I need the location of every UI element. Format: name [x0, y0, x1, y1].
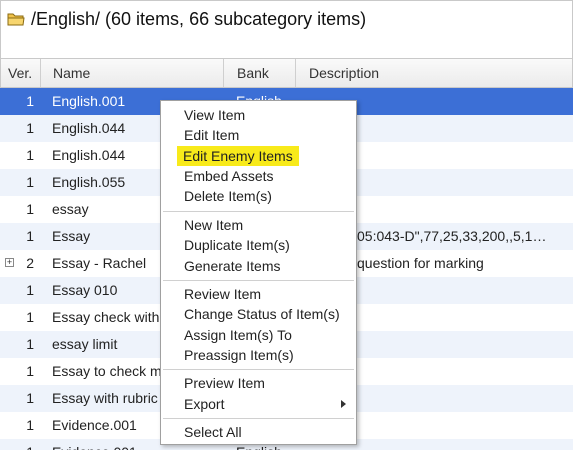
- row-ver: 2: [26, 255, 34, 271]
- menu-separator: [163, 418, 354, 419]
- row-ver: 1: [26, 309, 34, 325]
- menu-item-assign-items[interactable]: Assign Item(s) To: [184, 325, 292, 345]
- menu-separator: [163, 211, 354, 212]
- menu-item-export-label: Export: [184, 396, 225, 412]
- row-ver: 1: [26, 93, 34, 109]
- menu-separator: [163, 369, 354, 370]
- column-header-name[interactable]: Name: [41, 59, 224, 87]
- menu-item-select-all[interactable]: Select All: [184, 422, 242, 442]
- menu-item-preassign-items[interactable]: Preassign Item(s): [184, 345, 294, 365]
- menu-item-new-item[interactable]: New Item: [184, 215, 243, 235]
- submenu-arrow-icon: [341, 400, 346, 408]
- row-ver: 1: [26, 120, 34, 136]
- folder-header: /English/ (60 items, 66 subcategory item…: [0, 0, 573, 58]
- context-menu: View Item Edit Item Edit Enemy Items Emb…: [160, 100, 357, 445]
- row-ver: 1: [26, 363, 34, 379]
- menu-item-view-item[interactable]: View Item: [184, 105, 245, 125]
- column-header-description[interactable]: Description: [296, 59, 572, 87]
- column-header-bank[interactable]: Bank: [224, 59, 296, 87]
- menu-item-edit-item[interactable]: Edit Item: [184, 125, 239, 145]
- folder-icon: [7, 13, 25, 26]
- menu-item-edit-enemy-items[interactable]: Edit Enemy Items: [177, 146, 299, 166]
- row-description: 05:043-D",77,25,33,200,,5,1…: [357, 228, 547, 244]
- row-ver: 1: [26, 336, 34, 352]
- row-ver: 1: [26, 147, 34, 163]
- menu-item-generate-items[interactable]: Generate Items: [184, 256, 281, 276]
- column-header-ver[interactable]: Ver.: [1, 59, 41, 87]
- folder-title: /English/ (60 items, 66 subcategory item…: [31, 9, 367, 29]
- menu-separator: [163, 280, 354, 281]
- row-ver: 1: [26, 201, 34, 217]
- row-ver: 1: [26, 417, 34, 433]
- menu-item-duplicate-items[interactable]: Duplicate Item(s): [184, 235, 290, 255]
- row-ver: 1: [26, 174, 34, 190]
- menu-item-embed-assets[interactable]: Embed Assets: [184, 166, 274, 186]
- menu-item-review-item[interactable]: Review Item: [184, 284, 261, 304]
- column-header-row: Ver. Name Bank Description: [0, 58, 573, 88]
- menu-item-delete-items[interactable]: Delete Item(s): [184, 186, 272, 206]
- menu-item-export[interactable]: Export: [184, 394, 354, 414]
- row-ver: 1: [0, 439, 38, 450]
- row-ver: 1: [26, 228, 34, 244]
- row-description: question for marking: [357, 255, 484, 271]
- menu-item-preview-item[interactable]: Preview Item: [184, 373, 265, 393]
- menu-item-change-status[interactable]: Change Status of Item(s): [184, 304, 340, 324]
- row-ver: 1: [26, 282, 34, 298]
- row-ver: 1: [26, 390, 34, 406]
